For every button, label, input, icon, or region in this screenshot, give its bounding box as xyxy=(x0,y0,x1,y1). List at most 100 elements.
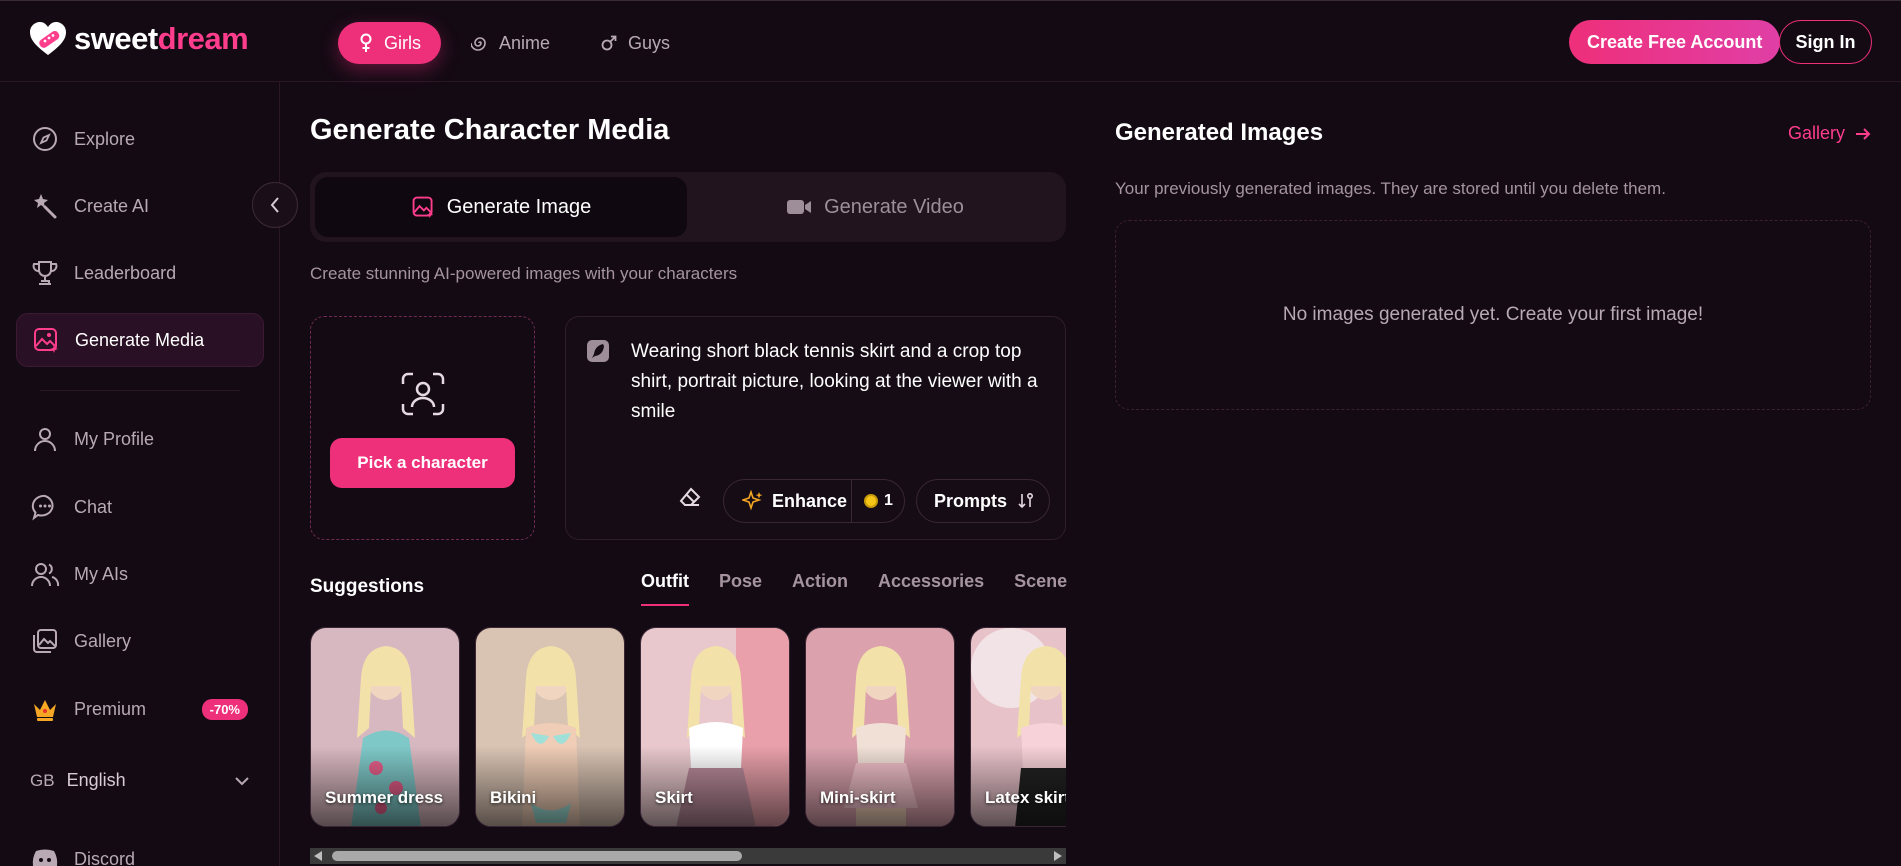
suggestion-card[interactable]: Skirt xyxy=(640,627,790,827)
language-code: GB xyxy=(30,770,55,790)
crown-icon xyxy=(30,694,60,724)
scroll-left-arrow-icon[interactable] xyxy=(314,851,322,861)
card-shade xyxy=(476,746,624,826)
scroll-right-arrow-icon[interactable] xyxy=(1054,851,1062,861)
prompt-textarea[interactable]: Wearing short black tennis skirt and a c… xyxy=(631,337,1051,427)
suggestion-card[interactable]: Bikini xyxy=(475,627,625,827)
spiral-icon xyxy=(471,37,486,51)
suggestion-tabs: Outfit Pose Action Accessories Scene xyxy=(641,571,1067,606)
tab-pose[interactable]: Pose xyxy=(719,571,762,606)
page-title: Generate Character Media xyxy=(310,114,670,146)
sidebar-item-gallery[interactable]: Gallery xyxy=(16,614,264,668)
sidebar-item-chat[interactable]: Chat xyxy=(16,480,264,534)
tab-generate-image[interactable]: Generate Image xyxy=(315,177,687,237)
nav-pill-girls[interactable]: Girls xyxy=(338,22,441,64)
empty-state: No images generated yet. Create your fir… xyxy=(1115,220,1871,410)
sidebar-item-create-ai[interactable]: Create AI xyxy=(16,179,264,233)
suggestion-card[interactable]: Mini-skirt xyxy=(805,627,955,827)
sidebar-divider xyxy=(40,390,240,391)
sign-in-button[interactable]: Sign In xyxy=(1779,20,1872,64)
character-picker[interactable]: Pick a character xyxy=(310,316,535,540)
image-sparkle-icon xyxy=(412,196,434,219)
card-label: Summer dress xyxy=(325,788,444,807)
eraser-icon[interactable] xyxy=(679,487,701,507)
sidebar-item-generate-media[interactable]: Generate Media xyxy=(16,313,264,367)
enhance-button[interactable]: Enhance 1 xyxy=(723,479,905,523)
generated-images-subtitle: Your previously generated images. They a… xyxy=(1115,179,1666,198)
discount-badge: -70% xyxy=(201,698,248,720)
sort-arrows-icon xyxy=(1018,492,1034,509)
horizontal-scrollbar[interactable] xyxy=(310,848,1066,864)
generated-images-title: Generated Images xyxy=(1115,119,1324,146)
coin-icon xyxy=(864,494,878,508)
panel-subtitle: Create stunning AI-powered images with y… xyxy=(310,264,738,283)
sidebar-item-label: Chat xyxy=(74,496,113,517)
sidebar-item-premium[interactable]: Premium -70% xyxy=(16,682,264,736)
nav-pill-label: Girls xyxy=(384,32,421,53)
tab-scene[interactable]: Scene xyxy=(1014,571,1067,606)
heart-logo-icon xyxy=(30,22,66,55)
female-icon xyxy=(360,33,372,52)
card-shade xyxy=(641,746,789,826)
sidebar-item-label: Leaderboard xyxy=(74,262,177,283)
suggestion-card[interactable]: Summer dress xyxy=(310,627,460,827)
language-label: English xyxy=(66,770,126,790)
pick-character-button[interactable]: Pick a character xyxy=(330,438,515,488)
suggestions-title: Suggestions xyxy=(310,576,425,597)
nav-pill-anime[interactable]: Anime xyxy=(451,22,570,64)
suggestion-cards: Summer dress Bikini Skirt Mini-skirt Lat… xyxy=(310,627,1066,827)
sidebar-item-label: Generate Media xyxy=(75,329,205,350)
nav-pill-guys[interactable]: Guys xyxy=(580,22,690,64)
feather-pen-icon xyxy=(587,340,609,362)
tab-outfit[interactable]: Outfit xyxy=(641,571,689,606)
sidebar-item-label: My Profile xyxy=(74,428,155,449)
card-shade xyxy=(311,746,459,826)
sidebar-item-my-profile[interactable]: My Profile xyxy=(16,412,264,466)
video-camera-icon xyxy=(787,200,812,214)
gallery-icon xyxy=(30,626,60,656)
sidebar-item-my-ais[interactable]: My AIs xyxy=(16,547,264,601)
brand-name: sweetdream xyxy=(74,21,249,56)
gallery-link[interactable]: Gallery xyxy=(1788,123,1871,144)
sidebar: Explore Create AI Leaderboard Generate M… xyxy=(0,82,280,866)
user-icon xyxy=(30,424,60,454)
arrow-right-icon xyxy=(1856,127,1871,140)
logo[interactable]: sweetdream xyxy=(28,21,249,57)
media-type-tabs: Generate Image Generate Video xyxy=(310,172,1066,242)
nav-pill-label: Guys xyxy=(628,32,671,53)
prompt-box: Wearing short black tennis skirt and a c… xyxy=(565,316,1066,540)
prompts-label: Prompts xyxy=(934,490,1008,511)
suggestion-card[interactable]: Latex skirt xyxy=(970,627,1066,827)
empty-message: No images generated yet. Create your fir… xyxy=(1282,304,1704,325)
collapse-sidebar-button[interactable] xyxy=(252,182,298,228)
tab-label: Generate Image xyxy=(446,195,592,218)
chevron-left-icon xyxy=(270,197,279,213)
card-label: Latex skirt xyxy=(985,788,1066,807)
face-scan-icon xyxy=(401,372,445,416)
discord-icon xyxy=(30,844,60,866)
nav-pill-label: Anime xyxy=(499,32,551,53)
sidebar-item-leaderboard[interactable]: Leaderboard xyxy=(16,246,264,300)
sidebar-item-discord[interactable]: Discord xyxy=(16,832,264,866)
card-label: Bikini xyxy=(490,788,537,807)
sparkles-icon xyxy=(742,490,763,511)
card-label: Skirt xyxy=(655,788,693,807)
card-shade xyxy=(806,746,954,826)
enhance-label: Enhance xyxy=(772,490,848,511)
create-account-button[interactable]: Create Free Account xyxy=(1569,20,1781,64)
tab-generate-video[interactable]: Generate Video xyxy=(689,177,1061,237)
language-selector[interactable]: GB English xyxy=(30,770,250,791)
sidebar-item-label: Create AI xyxy=(74,195,150,216)
prompts-button[interactable]: Prompts xyxy=(916,479,1050,523)
tab-action[interactable]: Action xyxy=(792,571,848,606)
users-icon xyxy=(30,559,60,589)
chat-bubble-icon xyxy=(30,492,60,522)
sidebar-item-explore[interactable]: Explore xyxy=(16,112,264,166)
compass-icon xyxy=(30,124,60,154)
scrollbar-thumb[interactable] xyxy=(332,851,742,861)
tab-label: Generate Video xyxy=(824,195,964,218)
tab-accessories[interactable]: Accessories xyxy=(878,571,984,606)
sidebar-item-label: Premium xyxy=(74,698,147,719)
male-icon xyxy=(601,35,617,51)
chevron-down-icon xyxy=(235,776,249,785)
